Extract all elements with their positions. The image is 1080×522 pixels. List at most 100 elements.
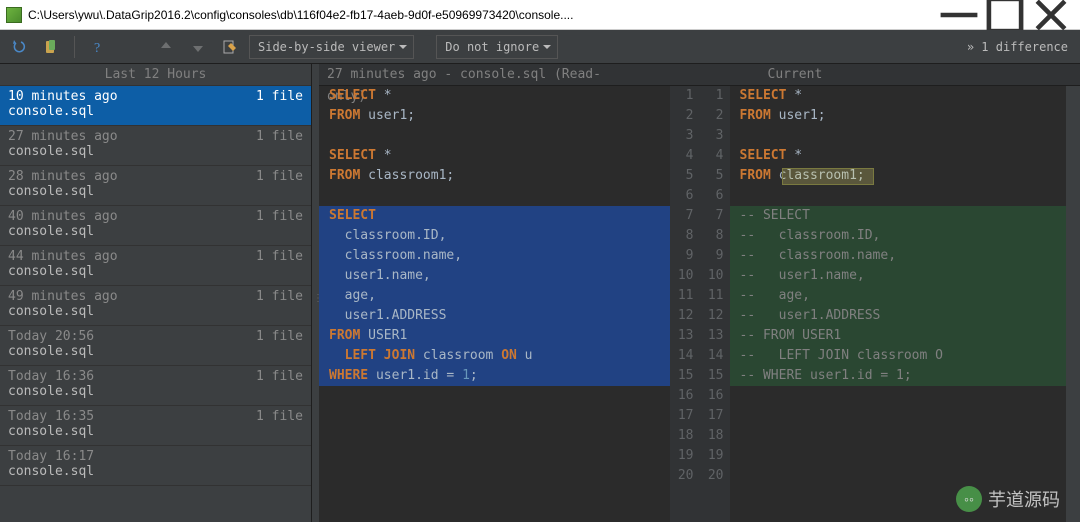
history-file: console.sql <box>8 464 303 480</box>
history-header: Last 12 Hours <box>0 64 311 86</box>
viewer-mode-dropdown[interactable]: Side-by-side viewer <box>249 35 414 59</box>
line-number: 20 <box>670 466 694 486</box>
edit-icon[interactable] <box>217 34 243 60</box>
history-item[interactable]: Today 16:361 fileconsole.sql <box>0 366 311 406</box>
difference-count: » 1 difference <box>967 40 1074 54</box>
code-line <box>730 426 1067 446</box>
ignore-mode-dropdown[interactable]: Do not ignore <box>436 35 558 59</box>
history-file: console.sql <box>8 344 303 360</box>
history-item[interactable]: Today 16:17console.sql <box>0 446 311 486</box>
maximize-button[interactable] <box>982 0 1028 29</box>
history-item[interactable]: 27 minutes ago 1 fileconsole.sql <box>0 126 311 166</box>
arrow-down-icon[interactable] <box>185 34 211 60</box>
line-number: 17 <box>700 406 724 426</box>
code-line: age, <box>319 286 670 306</box>
code-line <box>319 126 670 146</box>
line-number: 16 <box>700 386 724 406</box>
code-line: SELECT * <box>730 146 1067 166</box>
history-time: Today 16:35 <box>8 409 94 424</box>
arrow-up-icon[interactable] <box>153 34 179 60</box>
history-time: 10 minutes ago <box>8 89 118 104</box>
history-file: console.sql <box>8 144 303 160</box>
line-number: 13 <box>700 326 724 346</box>
line-number: 10 <box>670 266 694 286</box>
line-number: 5 <box>700 166 724 186</box>
history-list[interactable]: 10 minutes ago1 fileconsole.sql27 minute… <box>0 86 311 522</box>
line-number: 5 <box>670 166 694 186</box>
history-time: Today 16:17 <box>8 449 94 464</box>
line-number: 19 <box>700 446 724 466</box>
line-number: 15 <box>670 366 694 386</box>
app-icon <box>6 7 22 23</box>
history-count: 1 file <box>256 169 303 184</box>
code-line: -- classroom.ID, <box>730 226 1067 246</box>
line-number: 6 <box>670 186 694 206</box>
history-item[interactable]: 44 minutes ago1 fileconsole.sql <box>0 246 311 286</box>
left-code[interactable]: SELECT *FROM user1; SELECT *FROM classro… <box>319 86 670 522</box>
history-count: 1 file <box>256 369 303 384</box>
code-line: -- SELECT <box>730 206 1067 226</box>
patch-icon[interactable] <box>38 34 64 60</box>
history-item[interactable]: 10 minutes ago1 fileconsole.sql <box>0 86 311 126</box>
diff-right-pane[interactable]: SELECT *FROM user1; SELECT *FROM classro… <box>730 86 1080 522</box>
line-number: 7 <box>700 206 724 226</box>
history-file: console.sql <box>8 304 303 320</box>
line-number: 11 <box>670 286 694 306</box>
line-number: 20 <box>700 466 724 486</box>
code-line: user1.ADDRESS <box>319 306 670 326</box>
code-line: FROM classroom1; <box>730 166 1067 186</box>
diff-left-title: 27 minutes ago - console.sql (Read-only) <box>319 64 640 85</box>
window-titlebar: C:\Users\ywu\.DataGrip2016.2\config\cons… <box>0 0 1080 30</box>
splitter[interactable] <box>312 64 319 522</box>
code-line <box>730 186 1067 206</box>
history-item[interactable]: 49 minutes ago1 fileconsole.sql <box>0 286 311 326</box>
code-line: SELECT * <box>730 86 1067 106</box>
svg-text:?: ? <box>94 41 100 55</box>
line-number: 17 <box>670 406 694 426</box>
line-number: 14 <box>700 346 724 366</box>
code-line: FROM user1; <box>730 106 1067 126</box>
line-number: 16 <box>670 386 694 406</box>
center-gutter: 1234567891011121314151617181920 12345678… <box>670 86 730 522</box>
ignore-mode-label: Do not ignore <box>445 40 539 54</box>
line-number: 1 <box>670 86 694 106</box>
history-count: 1 file <box>256 209 303 224</box>
history-item[interactable]: 28 minutes ago1 fileconsole.sql <box>0 166 311 206</box>
help-icon[interactable]: ? <box>85 34 111 60</box>
history-time: 44 minutes ago <box>8 249 118 264</box>
scrollbar[interactable] <box>1066 86 1080 522</box>
history-item[interactable]: Today 16:35 1 fileconsole.sql <box>0 406 311 446</box>
diff-header: 27 minutes ago - console.sql (Read-only)… <box>319 64 1080 86</box>
right-code[interactable]: SELECT *FROM user1; SELECT *FROM classro… <box>730 86 1067 522</box>
line-number: 12 <box>700 306 724 326</box>
line-number: 8 <box>700 226 724 246</box>
history-file: console.sql <box>8 264 303 280</box>
code-line: classroom.ID, <box>319 226 670 246</box>
diff-left-pane[interactable]: SELECT *FROM user1; SELECT *FROM classro… <box>319 86 670 522</box>
history-time: 27 minutes ago <box>8 129 118 144</box>
history-item[interactable]: Today 20:561 fileconsole.sql <box>0 326 311 366</box>
minimize-button[interactable] <box>936 0 982 29</box>
line-number: 4 <box>670 146 694 166</box>
line-number: 12 <box>670 306 694 326</box>
line-number: 2 <box>670 106 694 126</box>
history-file: console.sql <box>8 424 303 440</box>
history-file: console.sql <box>8 384 303 400</box>
revert-icon[interactable] <box>6 34 32 60</box>
line-number: 9 <box>670 246 694 266</box>
history-item[interactable]: 40 minutes ago1 fileconsole.sql <box>0 206 311 246</box>
toolbar-separator <box>74 36 75 58</box>
history-time: 28 minutes ago <box>8 169 118 184</box>
viewer-mode-label: Side-by-side viewer <box>258 40 395 54</box>
history-count: 1 file <box>256 129 303 144</box>
history-time: Today 20:56 <box>8 329 94 344</box>
code-line: classroom.name, <box>319 246 670 266</box>
line-number: 11 <box>700 286 724 306</box>
history-count: 1 file <box>256 409 303 424</box>
code-line: -- user1.name, <box>730 266 1067 286</box>
close-button[interactable] <box>1028 0 1074 29</box>
line-number: 13 <box>670 326 694 346</box>
code-line: -- WHERE user1.id = 1; <box>730 366 1067 386</box>
code-line <box>730 446 1067 466</box>
diff-right-title: Current <box>760 64 1080 85</box>
